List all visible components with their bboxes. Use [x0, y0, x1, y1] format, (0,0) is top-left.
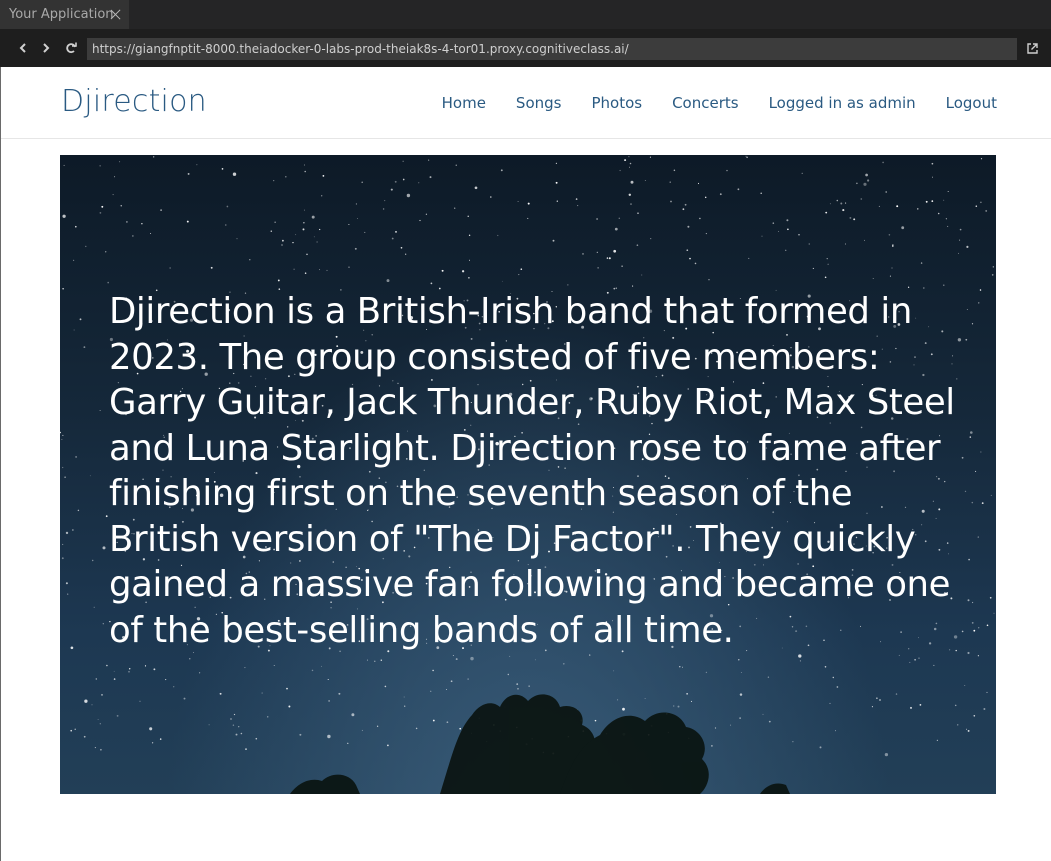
url-input[interactable]	[87, 38, 1017, 60]
nav-home[interactable]: Home	[442, 94, 486, 112]
site-header: Djirection Home Songs Photos Concerts Lo…	[1, 67, 1051, 139]
browser-tab[interactable]: Your Application	[0, 0, 129, 29]
nav-logged-in-user[interactable]: Logged in as admin	[769, 94, 916, 112]
main-nav: Home Songs Photos Concerts Logged in as …	[412, 94, 997, 112]
nav-songs[interactable]: Songs	[516, 94, 562, 112]
hero-description: Djirection is a British-Irish band that …	[109, 291, 955, 651]
hero-banner: Djirection is a British-Irish band that …	[60, 155, 996, 794]
browser-toolbar	[0, 29, 1051, 67]
nav-photos[interactable]: Photos	[591, 94, 642, 112]
web-page: Djirection Home Songs Photos Concerts Lo…	[0, 67, 1051, 861]
close-icon[interactable]	[109, 8, 122, 21]
back-icon[interactable]	[16, 41, 30, 55]
nav-concerts[interactable]: Concerts	[672, 94, 739, 112]
open-in-new-window-icon[interactable]	[1026, 42, 1039, 55]
forward-icon[interactable]	[39, 41, 53, 55]
nav-logout[interactable]: Logout	[946, 94, 997, 112]
browser-tabbar: Your Application	[0, 0, 1051, 29]
tab-title: Your Application	[9, 7, 114, 22]
reload-icon[interactable]	[64, 41, 78, 55]
brand-logo[interactable]: Djirection	[61, 84, 207, 119]
